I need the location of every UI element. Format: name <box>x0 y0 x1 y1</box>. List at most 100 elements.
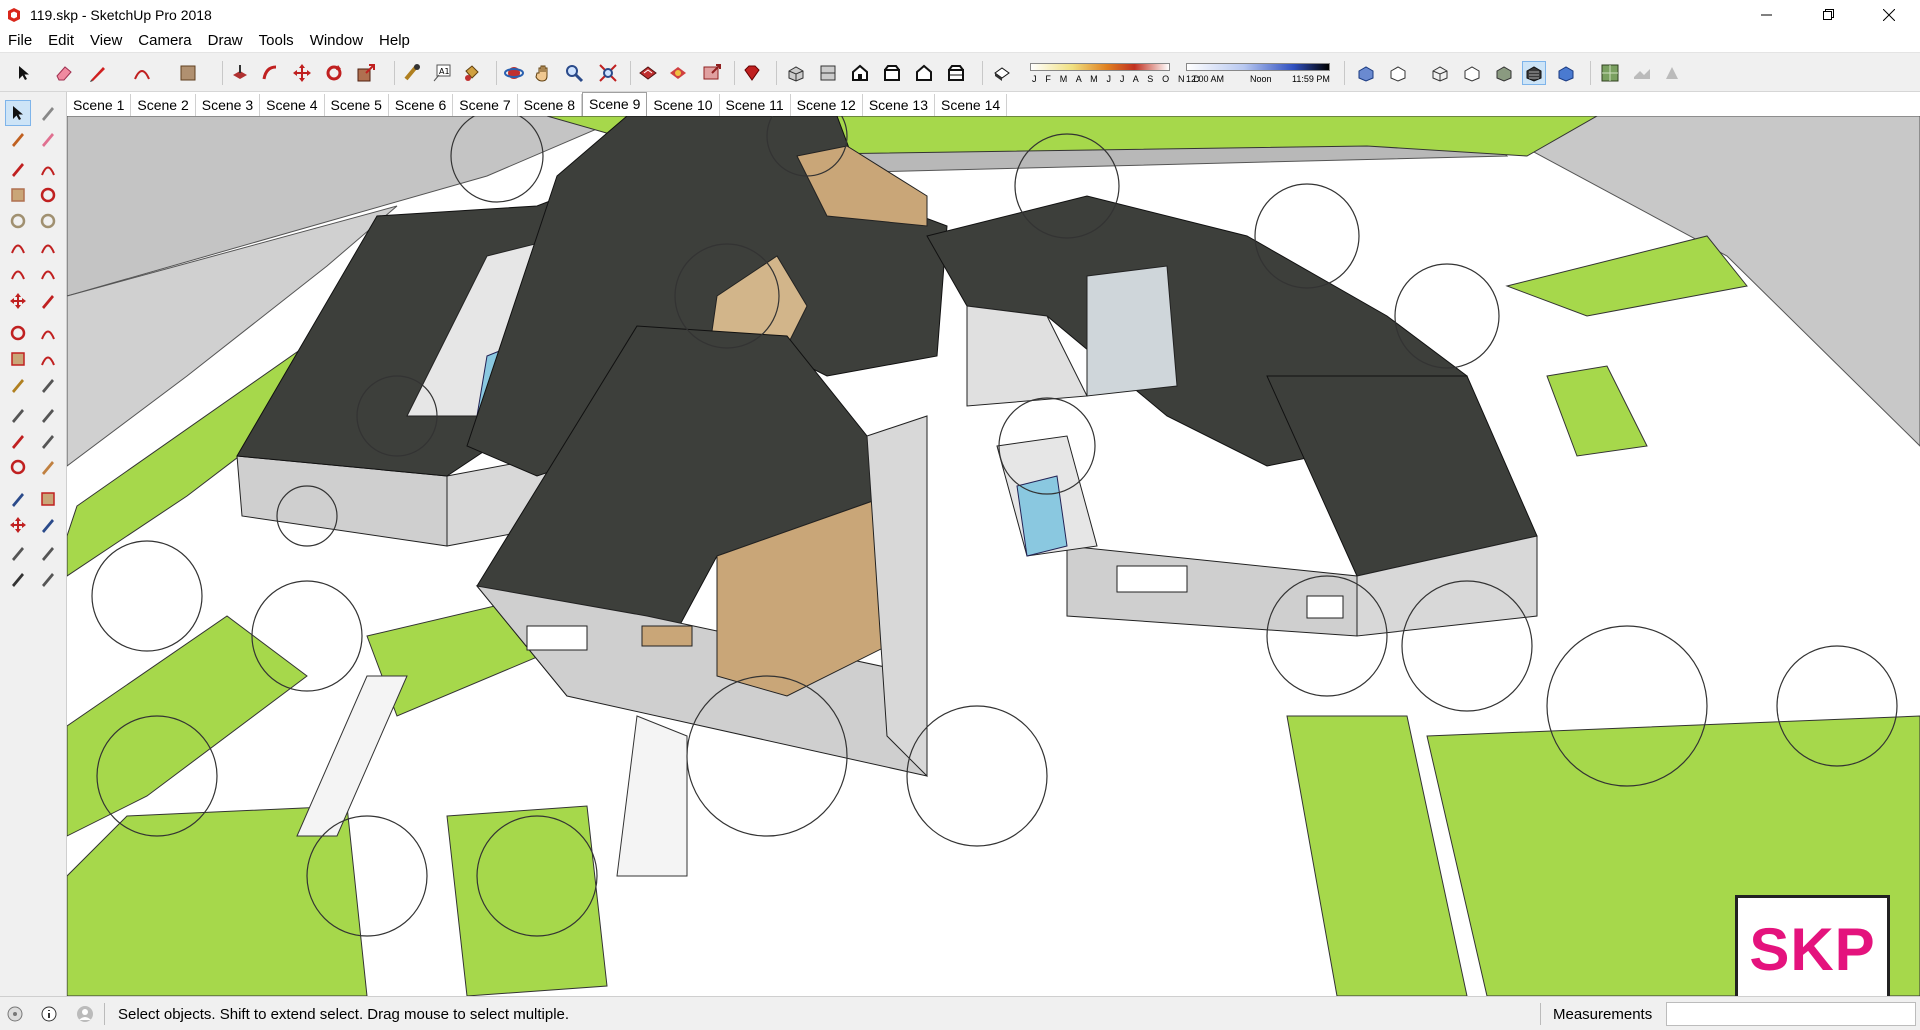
tab-scene-3[interactable]: Scene 3 <box>196 94 261 116</box>
minimize-button[interactable] <box>1744 0 1790 30</box>
two-point-arc-tool-button[interactable] <box>5 260 31 286</box>
three-point-arc-tool-button[interactable] <box>35 260 61 286</box>
shadow-settings-button[interactable] <box>990 61 1014 85</box>
rotate-tool-button[interactable] <box>5 320 31 346</box>
add-location-button[interactable] <box>1598 61 1622 85</box>
scale-tool-button[interactable] <box>354 61 378 85</box>
monochrome-button[interactable] <box>1554 61 1578 85</box>
arc-tool-button[interactable] <box>130 61 154 85</box>
orbit-tool-button[interactable] <box>502 61 526 85</box>
position-camera-tool-button[interactable] <box>5 540 31 566</box>
arc-tool-button[interactable] <box>5 234 31 260</box>
follow-me-tool-button[interactable] <box>35 320 61 346</box>
circle-tool-button[interactable] <box>5 208 31 234</box>
previous-view-tool-button[interactable] <box>35 512 61 538</box>
walk-tool-button[interactable] <box>5 566 31 592</box>
warehouse-button[interactable] <box>636 61 660 85</box>
paint-bucket-button[interactable] <box>460 61 484 85</box>
menu-help[interactable]: Help <box>371 30 418 52</box>
menu-camera[interactable]: Camera <box>130 30 199 52</box>
tab-scene-14[interactable]: Scene 14 <box>935 94 1008 116</box>
front-view-button[interactable] <box>848 61 872 85</box>
push-pull-tool-button[interactable] <box>228 61 252 85</box>
menu-tools[interactable]: Tools <box>251 30 302 52</box>
restore-button[interactable] <box>1806 0 1852 30</box>
eraser-tool-button[interactable] <box>52 61 76 85</box>
measurements-input[interactable] <box>1666 1002 1916 1026</box>
photo-textures-button[interactable] <box>1660 61 1684 85</box>
wireframe-button[interactable] <box>1428 61 1452 85</box>
model-viewport[interactable] <box>67 116 1920 996</box>
polygon-tool-button[interactable] <box>35 208 61 234</box>
credits-info-icon[interactable] <box>40 1005 58 1023</box>
geo-location-icon[interactable] <box>6 1005 24 1023</box>
tab-scene-6[interactable]: Scene 6 <box>389 94 454 116</box>
tab-scene-8[interactable]: Scene 8 <box>518 94 582 116</box>
rotated-rectangle-tool-button[interactable] <box>35 182 61 208</box>
tape-measure-button[interactable] <box>400 61 424 85</box>
tab-scene-7[interactable]: Scene 7 <box>453 94 518 116</box>
move-tool-button[interactable] <box>290 61 314 85</box>
menu-draw[interactable]: Draw <box>200 30 251 52</box>
tab-scene-1[interactable]: Scene 1 <box>67 94 132 116</box>
hidden-line-button[interactable] <box>1460 61 1484 85</box>
text-tool-button[interactable] <box>35 402 61 428</box>
paint-bucket-tool-button[interactable] <box>5 126 31 152</box>
push-pull-tool-button[interactable] <box>35 288 61 314</box>
shadow-time-slider[interactable]: 12:00 AM Noon 11:59 PM <box>1186 63 1330 89</box>
protractor-tool-button[interactable] <box>5 402 31 428</box>
zoom-extents-button[interactable] <box>596 61 620 85</box>
freehand-tool-button[interactable] <box>35 156 61 182</box>
offset-tool-button[interactable] <box>35 346 61 372</box>
pan-tool-button[interactable] <box>532 61 556 85</box>
menu-window[interactable]: Window <box>302 30 371 52</box>
iso-view-button[interactable] <box>784 61 808 85</box>
tab-scene-11[interactable]: Scene 11 <box>720 94 791 116</box>
shaded-button[interactable] <box>1492 61 1516 85</box>
back-view-button[interactable] <box>912 61 936 85</box>
left-view-button[interactable] <box>944 61 968 85</box>
text-tool-button[interactable]: A1 <box>430 61 454 85</box>
shadow-month-slider[interactable]: J F M A M J J A S O N D <box>1030 63 1200 89</box>
tape-measure-tool-button[interactable] <box>5 372 31 398</box>
shapes-tool-button[interactable] <box>176 61 200 85</box>
offset-tool-button[interactable] <box>258 61 282 85</box>
user-account-icon[interactable] <box>76 1005 94 1023</box>
section-plane-tool-button[interactable] <box>35 566 61 592</box>
line-tool-button[interactable] <box>5 156 31 182</box>
tab-scene-9[interactable]: Scene 9 <box>582 92 648 116</box>
zoom-extents-tool-button[interactable] <box>5 512 31 538</box>
model-info-button[interactable] <box>740 61 764 85</box>
xray-button[interactable] <box>1354 61 1378 85</box>
select-tool-button[interactable] <box>12 61 36 85</box>
rectangle-tool-button[interactable] <box>5 182 31 208</box>
share-model-button[interactable] <box>700 61 724 85</box>
orbit-tool-button[interactable] <box>5 454 31 480</box>
zoom-tool-button[interactable] <box>562 61 586 85</box>
right-view-button[interactable] <box>880 61 904 85</box>
axes-tool-button[interactable] <box>5 428 31 454</box>
extension-warehouse-button[interactable] <box>666 61 690 85</box>
tab-scene-10[interactable]: Scene 10 <box>647 94 720 116</box>
select-tool-button[interactable] <box>5 100 31 126</box>
toggle-terrain-button[interactable] <box>1630 61 1654 85</box>
close-button[interactable] <box>1866 0 1912 30</box>
zoom-window-tool-button[interactable] <box>35 486 61 512</box>
pan-tool-button[interactable] <box>35 454 61 480</box>
menu-file[interactable]: File <box>0 30 40 52</box>
eraser-tool-button[interactable] <box>35 126 61 152</box>
scale-tool-button[interactable] <box>5 346 31 372</box>
tab-scene-12[interactable]: Scene 12 <box>791 94 863 116</box>
back-edges-button[interactable] <box>1386 61 1410 85</box>
zoom-tool-button[interactable] <box>5 486 31 512</box>
rotate-tool-button[interactable] <box>322 61 346 85</box>
line-tool-button[interactable] <box>86 61 110 85</box>
move-tool-button[interactable] <box>5 288 31 314</box>
dimension-tool-button[interactable] <box>35 372 61 398</box>
look-around-tool-button[interactable] <box>35 540 61 566</box>
shaded-with-textures-button[interactable] <box>1522 61 1546 85</box>
3d-text-tool-button[interactable] <box>35 428 61 454</box>
tab-scene-2[interactable]: Scene 2 <box>131 94 196 116</box>
menu-edit[interactable]: Edit <box>40 30 82 52</box>
tab-scene-4[interactable]: Scene 4 <box>260 94 325 116</box>
